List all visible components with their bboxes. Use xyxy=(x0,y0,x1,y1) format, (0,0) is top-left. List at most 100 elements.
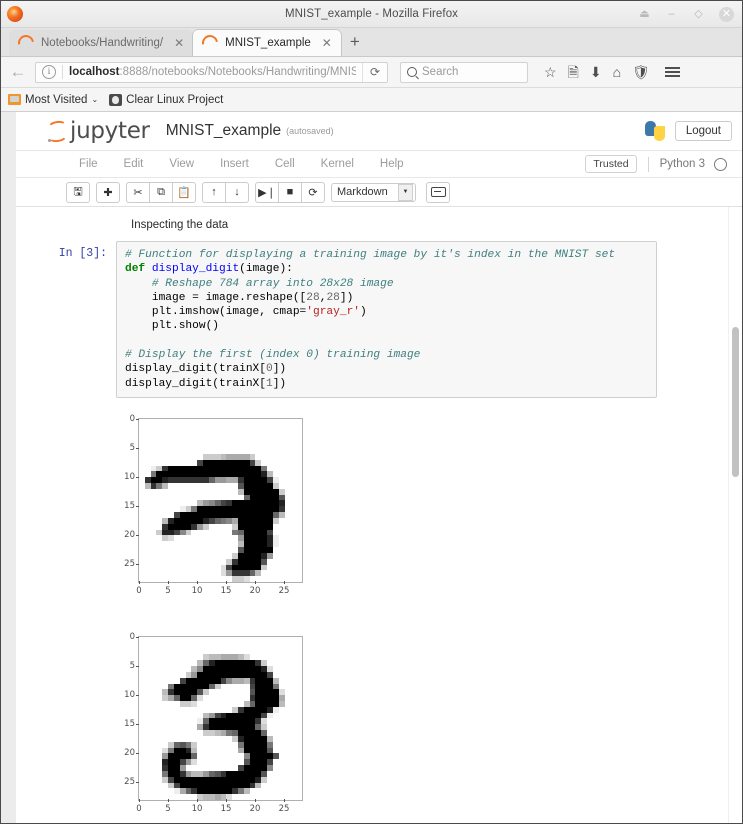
figure-axes xyxy=(138,417,303,583)
url-divider xyxy=(62,65,63,79)
back-button-icon[interactable]: ← xyxy=(8,62,28,82)
url-bar[interactable]: i localhost:8888/notebooks/Notebooks/Han… xyxy=(35,61,388,83)
code-editor[interactable]: ​# Function for displaying a training im… xyxy=(116,241,657,398)
markdown-cell[interactable]: Inspecting the data xyxy=(16,207,742,241)
y-tick: 5 xyxy=(116,443,139,453)
x-tick: 25 xyxy=(275,580,293,596)
toolbar-group-clipboard: ✂ ⧉ 📋 xyxy=(126,181,196,203)
bookmark-most-visited[interactable]: Most Visited ⌄ xyxy=(8,94,98,106)
maximize-button[interactable]: ◇ xyxy=(692,8,705,20)
minimize-button[interactable]: – xyxy=(665,8,678,20)
chevron-down-icon: ▼ xyxy=(398,183,413,201)
autosave-status: (autosaved) xyxy=(286,126,334,136)
tab-label: MNIST_example xyxy=(225,37,311,49)
url-host: localhost xyxy=(69,66,120,78)
menu-file[interactable]: File xyxy=(66,158,111,170)
new-tab-button[interactable]: + xyxy=(341,30,369,56)
cell-type-value: Markdown xyxy=(337,186,388,198)
home-icon[interactable]: ⌂ xyxy=(613,65,621,79)
restart-kernel-button[interactable]: ⟳ xyxy=(301,181,325,203)
window-titlebar: MNIST_example - Mozilla Firefox ⏏ – ◇ ✕ xyxy=(1,1,742,28)
save-button[interactable]: 🖫 xyxy=(66,181,90,203)
y-tick: 10 xyxy=(116,472,139,482)
y-tick: 25 xyxy=(116,777,139,787)
output-cell-figure-1: 0 5 10 15 20 25 0 5 10 15 20 25 xyxy=(16,398,742,612)
search-bar[interactable]: Search xyxy=(400,61,528,83)
download-icon[interactable]: ⬇ xyxy=(590,65,602,79)
insert-cell-button[interactable]: ✚ xyxy=(96,181,120,203)
x-tick: 10 xyxy=(188,580,206,596)
star-icon[interactable]: ☆ xyxy=(544,65,557,79)
tux-icon xyxy=(109,93,123,106)
menu-insert[interactable]: Insert xyxy=(207,158,262,170)
eject-icon[interactable]: ⏏ xyxy=(638,8,651,20)
x-tick: 15 xyxy=(217,580,235,596)
jupyter-header-right: Logout xyxy=(644,120,732,142)
cut-cell-button[interactable]: ✂ xyxy=(126,181,150,203)
window-controls: ⏏ – ◇ ✕ xyxy=(638,6,734,22)
code-cell: In [3]: ​# Function for displaying a tra… xyxy=(16,241,742,398)
logout-button[interactable]: Logout xyxy=(674,121,732,141)
output-cell-figure-2: 0 5 10 15 20 25 0 5 10 15 20 25 xyxy=(16,612,742,823)
toolbar-group-run: ▶❘ ■ ⟳ xyxy=(255,181,325,203)
jupyter-header: jupyter MNIST_example (autosaved) Logout xyxy=(16,112,742,151)
notebook-scroll-region[interactable]: Inspecting the data In [3]: ​# Function … xyxy=(16,207,742,823)
figure-axes xyxy=(138,635,303,801)
jupyter-menubar: File Edit View Insert Cell Kernel Help T… xyxy=(16,151,742,178)
jupyter-favicon-icon xyxy=(199,31,222,55)
site-info-icon[interactable]: i xyxy=(42,65,56,79)
stop-kernel-button[interactable]: ■ xyxy=(278,181,302,203)
figure-canvas: 0 5 10 15 20 25 0 5 10 15 20 25 xyxy=(116,412,316,612)
jupyter-toolbar: 🖫 ✚ ✂ ⧉ 📋 ↑ ↓ ▶❘ ■ ⟳ Markdown ▼ xyxy=(16,178,742,207)
bookmark-clear-linux-project[interactable]: Clear Linux Project xyxy=(109,93,223,106)
y-tick: 5 xyxy=(116,661,139,671)
y-tick: 25 xyxy=(116,559,139,569)
toolbar-group-palette xyxy=(426,181,450,203)
nav-icon-group: ☆ 🗎 ⬇ ⌂ 🛡 xyxy=(544,65,680,79)
tab-close-icon[interactable]: ✕ xyxy=(322,36,332,50)
x-tick: 10 xyxy=(188,798,206,814)
menu-cell[interactable]: Cell xyxy=(262,158,308,170)
shield-icon[interactable]: 🛡 xyxy=(632,65,650,79)
jupyter-logo-icon xyxy=(46,119,68,144)
browser-tab-mnist-example[interactable]: MNIST_example ✕ xyxy=(193,30,341,56)
menu-edit[interactable]: Edit xyxy=(111,158,157,170)
x-tick: 5 xyxy=(159,580,177,596)
move-up-button[interactable]: ↑ xyxy=(202,181,226,203)
kernel-idle-indicator-icon xyxy=(714,157,727,171)
y-tick: 20 xyxy=(116,530,139,540)
menu-kernel[interactable]: Kernel xyxy=(308,158,367,170)
chevron-down-icon: ⌄ xyxy=(91,95,99,104)
x-tick: 20 xyxy=(246,580,264,596)
jupyter-logo[interactable]: jupyter xyxy=(46,118,150,144)
copy-cell-button[interactable]: ⧉ xyxy=(149,181,173,203)
menu-icon[interactable] xyxy=(664,66,680,78)
page-viewport: jupyter MNIST_example (autosaved) Logout… xyxy=(1,112,742,823)
menu-view[interactable]: View xyxy=(156,158,207,170)
close-button[interactable]: ✕ xyxy=(719,6,734,22)
toolbar-group-move: ↑ ↓ xyxy=(202,181,249,203)
output-prompt-spacer xyxy=(16,630,116,823)
library-icon[interactable]: 🗎 xyxy=(568,65,579,79)
browser-tab-notebooks[interactable]: Notebooks/Handwriting/ ✕ xyxy=(9,30,194,56)
folder-icon xyxy=(8,94,21,105)
cell-type-select[interactable]: Markdown ▼ xyxy=(331,182,416,202)
run-cell-button[interactable]: ▶❘ xyxy=(255,181,279,203)
mnist-pixel-grid xyxy=(139,418,302,582)
page-scrollbar[interactable] xyxy=(728,207,742,823)
x-tick: 15 xyxy=(217,798,235,814)
matplotlib-figure-digit-3: 0 5 10 15 20 25 0 5 10 15 20 25 xyxy=(116,630,316,823)
move-down-button[interactable]: ↓ xyxy=(225,181,249,203)
tab-close-icon[interactable]: ✕ xyxy=(174,36,184,50)
notebook-title[interactable]: MNIST_example xyxy=(166,122,281,140)
y-tick: 10 xyxy=(116,690,139,700)
trusted-badge[interactable]: Trusted xyxy=(585,155,637,173)
bookmark-label: Most Visited xyxy=(25,93,88,106)
reload-icon[interactable]: ⟳ xyxy=(362,62,387,82)
scrollbar-thumb[interactable] xyxy=(732,327,739,477)
menu-help[interactable]: Help xyxy=(367,158,417,170)
python-logo-icon xyxy=(644,120,666,142)
paste-cell-button[interactable]: 📋 xyxy=(172,181,196,203)
y-tick: 0 xyxy=(116,632,139,642)
command-palette-button[interactable] xyxy=(426,181,450,203)
